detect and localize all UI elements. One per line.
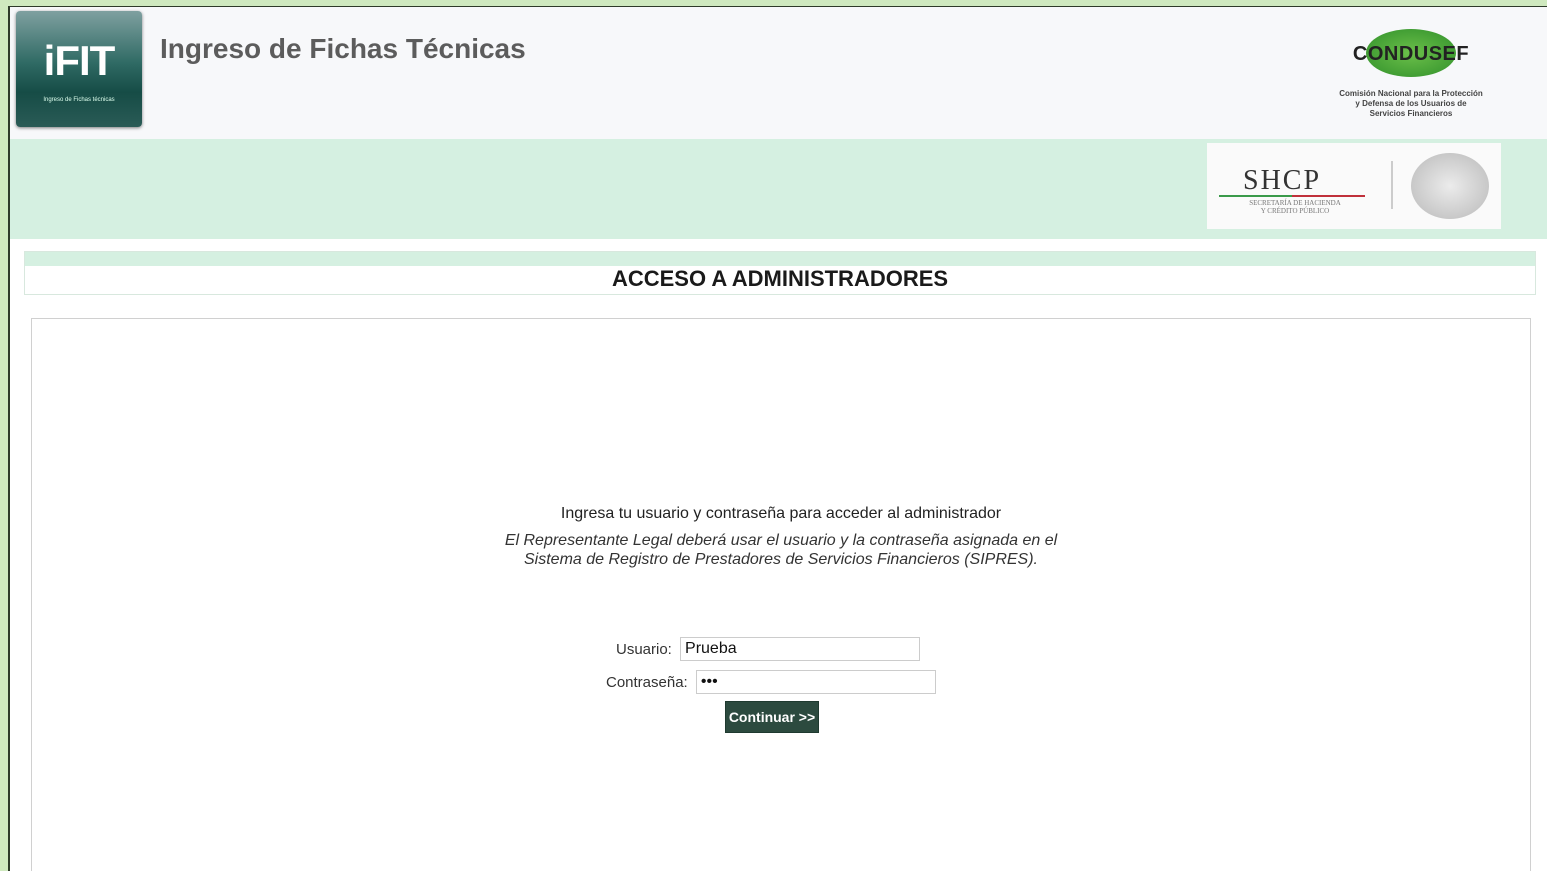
page-frame: iFIT Ingreso de Fichas técnicas Ingreso … xyxy=(8,6,1547,871)
password-row: Contraseña: xyxy=(606,670,936,694)
shcp-subtitle: SECRETARÍA DE HACIENDA Y CRÉDITO PÚBLICO xyxy=(1249,199,1341,215)
condusef-name: CONDUSEF xyxy=(1352,43,1470,65)
section-title: ACCESO A ADMINISTRADORES xyxy=(611,266,949,291)
page-title: Ingreso de Fichas Técnicas xyxy=(160,33,526,64)
username-input[interactable] xyxy=(680,637,921,661)
national-seal-icon xyxy=(1411,153,1489,219)
condusef-logo: CONDUSEF Comisión Nacional para la Prote… xyxy=(1311,29,1511,119)
logo-divider xyxy=(1391,161,1393,209)
header: iFIT Ingreso de Fichas técnicas Ingreso … xyxy=(10,7,1547,139)
continue-button[interactable]: Continuar >> xyxy=(725,701,819,733)
ifit-logo-text: iFIT xyxy=(43,37,116,84)
password-input[interactable] xyxy=(695,670,936,694)
password-label: Contraseña: xyxy=(606,673,688,691)
shcp-underline xyxy=(1219,195,1365,197)
login-note: El Representante Legal deberá usar el us… xyxy=(504,532,1058,568)
login-panel: Ingresa tu usuario y contraseña para acc… xyxy=(31,318,1531,871)
ifit-logo-subtext: Ingreso de Fichas técnicas xyxy=(43,97,115,103)
shcp-logo: SHCP SECRETARÍA DE HACIENDA Y CRÉDITO PÚ… xyxy=(1207,143,1501,229)
shcp-name: SHCP xyxy=(1243,165,1322,196)
login-instructions: Ingresa tu usuario y contraseña para acc… xyxy=(560,505,1002,522)
ifit-logo: iFIT Ingreso de Fichas técnicas xyxy=(16,11,142,127)
section-header: ACCESO A ADMINISTRADORES xyxy=(24,251,1536,295)
section-stripe xyxy=(25,252,1535,266)
condusef-subtitle: Comisión Nacional para la Protección y D… xyxy=(1339,89,1483,118)
government-band: SHCP SECRETARÍA DE HACIENDA Y CRÉDITO PÚ… xyxy=(10,139,1547,239)
username-row: Usuario: xyxy=(616,637,921,661)
username-label: Usuario: xyxy=(616,640,672,658)
